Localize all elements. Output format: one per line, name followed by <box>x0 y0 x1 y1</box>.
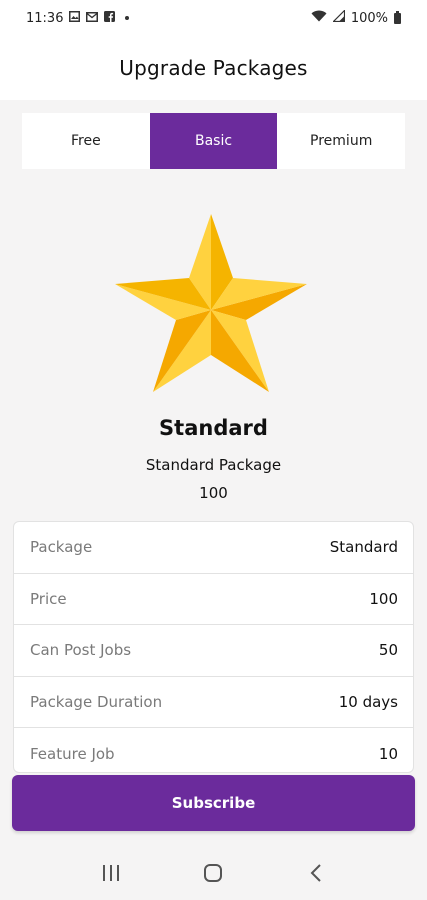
detail-label: Package Duration <box>30 692 163 711</box>
tab-basic[interactable]: Basic <box>149 113 278 169</box>
detail-row-price: Price 100 <box>14 574 413 625</box>
detail-value: Standard <box>329 538 398 557</box>
detail-row-can-post-jobs: Can Post Jobs 50 <box>14 625 413 677</box>
status-left: 11:36 <box>26 10 130 26</box>
detail-row-package: Package Standard <box>14 522 413 574</box>
status-time: 11:36 <box>26 10 64 26</box>
home-icon[interactable] <box>193 853 233 893</box>
dot-icon <box>125 16 130 20</box>
screen: 11:36 100% Upgrade Packages Free Basic P… <box>0 0 427 900</box>
facebook-icon <box>104 10 116 26</box>
package-price: 100 <box>199 484 228 502</box>
image-icon <box>69 10 81 26</box>
app-header: Upgrade Packages <box>0 36 427 100</box>
detail-value: 10 <box>378 744 398 763</box>
status-bar: 11:36 100% <box>0 0 427 36</box>
detail-label: Price <box>30 589 67 608</box>
signal-icon <box>331 9 345 26</box>
tab-free[interactable]: Free <box>22 113 150 169</box>
battery-percent: 100% <box>350 10 388 26</box>
mail-icon <box>86 11 99 26</box>
detail-row-feature-job: Feature Job 10 <box>14 728 413 772</box>
wifi-icon <box>311 10 327 26</box>
detail-label: Can Post Jobs <box>30 641 132 660</box>
status-right: 100% <box>311 9 401 26</box>
detail-value: 10 days <box>338 692 398 711</box>
detail-value: 100 <box>369 589 398 608</box>
detail-label: Feature Job <box>30 744 115 763</box>
package-description: Standard Package <box>145 456 282 474</box>
battery-icon <box>394 10 401 24</box>
tab-premium[interactable]: Premium <box>277 113 405 169</box>
recent-apps-icon[interactable] <box>91 853 131 893</box>
package-name: Standard <box>159 416 268 440</box>
system-nav-bar <box>0 845 427 900</box>
detail-value: 50 <box>378 641 398 660</box>
detail-label: Package <box>30 538 93 557</box>
back-icon[interactable] <box>296 853 336 893</box>
star-icon <box>113 212 309 396</box>
subscribe-button[interactable]: Subscribe <box>12 775 415 831</box>
page-title: Upgrade Packages <box>119 56 308 80</box>
detail-row-package-duration: Package Duration 10 days <box>14 677 413 728</box>
package-tabs: Free Basic Premium <box>22 113 405 169</box>
package-details-card: Package Standard Price 100 Can Post Jobs… <box>13 521 414 773</box>
